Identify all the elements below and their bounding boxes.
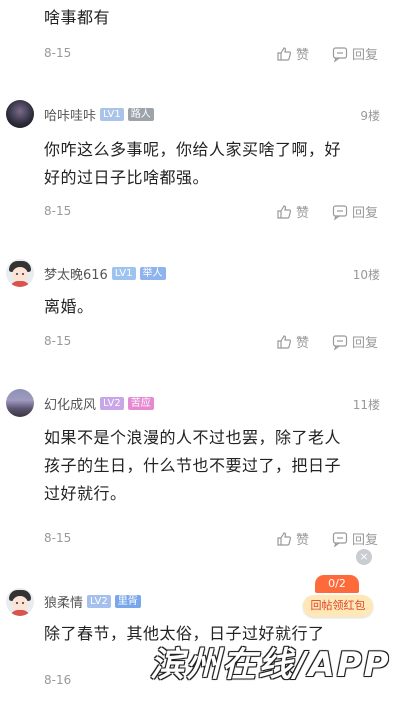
user-avatar[interactable] <box>6 100 34 128</box>
comment-content: 离婚。 <box>44 297 94 316</box>
user-avatar[interactable] <box>6 588 34 616</box>
like-label: 赞 <box>296 206 310 221</box>
user-info: 幻化成风 LV2 苦应 <box>44 394 154 413</box>
reply-label: 回复 <box>352 533 379 548</box>
comment-icon <box>332 204 348 220</box>
redpack-widget[interactable]: 0/2 回帖领红包 <box>303 575 373 619</box>
like-button[interactable]: 赞 <box>276 332 309 351</box>
floor-number: 11楼 <box>352 398 380 412</box>
redpack-count: 0/2 <box>315 575 359 593</box>
comment-date: 8-15 <box>44 334 72 348</box>
comment-icon <box>332 46 348 62</box>
level-badge: LV1 <box>111 266 136 280</box>
like-button[interactable]: 赞 <box>276 44 309 63</box>
user-name[interactable]: 梦太晚616 <box>44 264 108 283</box>
reply-button[interactable]: 回复 <box>332 44 378 63</box>
user-info: 狼柔情 LV2 里胥 <box>44 592 141 611</box>
comment-meta: 8-15 赞 回复 <box>44 529 382 549</box>
reply-button[interactable]: 回复 <box>332 332 378 351</box>
comment-meta: 8-15 赞 回复 <box>44 332 382 352</box>
comment-item: 啥事都有 8-15 赞 回复 <box>0 0 400 66</box>
watermark: 滨州在线/APP <box>150 645 391 685</box>
thumbs-up-icon <box>277 46 292 61</box>
level-badge: LV1 <box>100 107 124 121</box>
role-badge: 举人 <box>139 266 166 280</box>
floor-number: 9楼 <box>360 109 380 123</box>
reply-button[interactable]: 回复 <box>332 529 378 548</box>
like-button[interactable]: 赞 <box>276 529 309 548</box>
content-line: 你咋这么多事呢，你给人家买啥了啊，好 <box>44 140 342 159</box>
content-line: 孩子的生日，什么节也不要过了，把日子 <box>44 456 342 475</box>
close-icon[interactable]: × <box>356 549 372 565</box>
comment-date: 8-15 <box>44 531 72 545</box>
reply-label: 回复 <box>352 336 379 351</box>
comment-date: 8-15 <box>44 46 72 60</box>
user-avatar[interactable] <box>6 259 34 287</box>
comment-content: 如果不是个浪漫的人不过也罢，除了老人 孩子的生日，什么节也不要过了，把日子 过好… <box>44 424 380 508</box>
like-label: 赞 <box>296 336 310 351</box>
user-name[interactable]: 幻化成风 <box>44 394 96 413</box>
content-line: 如果不是个浪漫的人不过也罢，除了老人 <box>44 428 342 447</box>
floor-number: 10楼 <box>352 268 380 282</box>
role-badge: 路人 <box>127 107 154 121</box>
level-badge: LV2 <box>100 396 124 410</box>
reply-label: 回复 <box>352 48 379 63</box>
user-name[interactable]: 狼柔情 <box>44 592 83 611</box>
content-line: 好的过日子比啥都强。 <box>44 168 210 187</box>
level-badge: LV2 <box>87 594 111 608</box>
comment-content: 你咋这么多事呢，你给人家买啥了啊，好 好的过日子比啥都强。 <box>44 136 380 192</box>
comment-meta: 8-15 赞 回复 <box>44 44 382 64</box>
thumbs-up-icon <box>277 334 292 349</box>
user-info: 哈咔哇咔 LV1 路人 <box>44 105 154 124</box>
role-badge: 里胥 <box>114 594 141 608</box>
comment-content: 除了春节，其他太俗，日子过好就行了 <box>44 624 325 643</box>
user-avatar[interactable] <box>6 389 34 417</box>
like-label: 赞 <box>296 48 310 63</box>
reply-label: 回复 <box>352 206 379 221</box>
comment-meta: 8-15 赞 回复 <box>44 202 382 222</box>
comment-content: 啥事都有 <box>44 8 111 27</box>
reply-button[interactable]: 回复 <box>332 202 378 221</box>
comment-icon <box>332 531 348 547</box>
redpack-label: 回帖领红包 <box>303 595 373 617</box>
role-badge: 苦应 <box>127 396 154 410</box>
thumbs-up-icon <box>277 204 292 219</box>
user-name[interactable]: 哈咔哇咔 <box>44 105 96 124</box>
like-button[interactable]: 赞 <box>276 202 309 221</box>
comment-icon <box>332 334 348 350</box>
like-label: 赞 <box>296 533 310 548</box>
content-line: 过好就行。 <box>44 484 127 503</box>
thumbs-up-icon <box>277 531 292 546</box>
user-info: 梦太晚616 LV1 举人 <box>44 264 166 283</box>
comment-date: 8-16 <box>44 673 72 687</box>
comment-date: 8-15 <box>44 204 72 218</box>
